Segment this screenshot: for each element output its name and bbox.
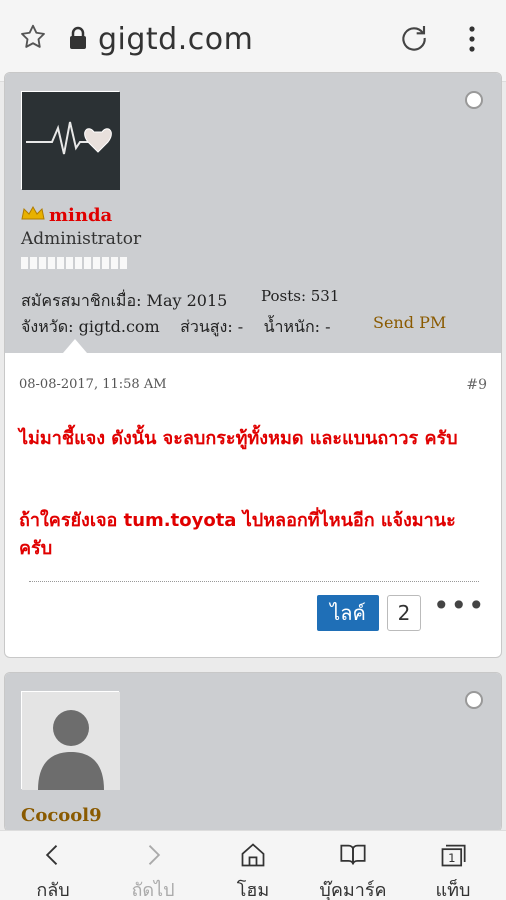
- user-info-block: Cocool9: [5, 673, 501, 831]
- post-number[interactable]: #9: [466, 377, 487, 393]
- home-button[interactable]: โฮม: [203, 831, 303, 900]
- bookmarks-button[interactable]: บุ๊คมาร์ค: [303, 831, 403, 900]
- post-count: Posts: 531: [261, 287, 340, 305]
- reload-icon[interactable]: [398, 22, 430, 54]
- send-pm-link[interactable]: Send PM: [373, 313, 446, 332]
- chevron-left-icon: [45, 845, 58, 865]
- username[interactable]: minda: [21, 205, 112, 226]
- like-count: 2: [387, 595, 421, 631]
- post-message-line: ถ้าใครยังเจอ tum.toyota ไปหลอกที่ไหนอีก …: [19, 510, 456, 559]
- browser-address-bar: gigtd.com: [0, 0, 506, 82]
- home-icon: [241, 843, 265, 867]
- weight: น้ำหนัก: -: [263, 317, 331, 336]
- back-button[interactable]: กลับ: [3, 831, 103, 900]
- username[interactable]: Cocool9: [21, 805, 102, 826]
- kebab-menu-icon[interactable]: [460, 24, 484, 54]
- forum-post: Cocool9: [4, 672, 502, 832]
- star-icon[interactable]: [18, 22, 48, 52]
- speech-pointer: [63, 339, 87, 353]
- tabs-button[interactable]: 1 แท็บ: [403, 831, 503, 900]
- tabs-icon: 1: [441, 844, 466, 867]
- like-button[interactable]: ไลค์: [317, 595, 379, 631]
- user-role: Administrator: [21, 229, 142, 249]
- online-status-dot: [465, 91, 483, 109]
- post-date: 08-08-2017, 11:58 AM: [19, 377, 167, 392]
- avatar[interactable]: [21, 91, 120, 190]
- crown-icon: [21, 206, 45, 220]
- post-message-line: ไม่มาชี้แจง ดังนั้น จะลบกระทู้ทั้งหมด แล…: [19, 428, 458, 449]
- chevron-right-icon: [148, 845, 161, 865]
- book-icon: [340, 844, 366, 865]
- user-info-block: minda Administrator สมัครสมาชิกเมื่อ: Ma…: [5, 73, 501, 353]
- forward-button[interactable]: ถัดไป: [103, 831, 203, 900]
- url-text[interactable]: gigtd.com: [98, 22, 253, 57]
- join-date: สมัครสมาชิกเมื่อ: May 2015: [21, 291, 228, 310]
- height: ส่วนสูง: -: [180, 317, 244, 336]
- forum-post: minda Administrator สมัครสมาชิกเมื่อ: Ma…: [4, 72, 502, 658]
- reputation-bar: [21, 257, 127, 269]
- browser-bottom-nav: กลับ ถัดไป โฮม บุ๊คมาร์ค 1 แท็บ: [0, 830, 506, 900]
- lock-icon: [70, 26, 86, 49]
- divider: [29, 581, 479, 582]
- avatar[interactable]: [21, 691, 120, 790]
- tab-count: 1: [448, 851, 455, 865]
- province: จังหวัด: gigtd.com: [21, 317, 160, 336]
- online-status-dot: [465, 691, 483, 709]
- username-text[interactable]: minda: [49, 205, 112, 226]
- user-details: จังหวัด: gigtd.com ส่วนสูง: - น้ำหนัก: -: [21, 315, 331, 340]
- more-options-icon[interactable]: •••: [433, 589, 486, 622]
